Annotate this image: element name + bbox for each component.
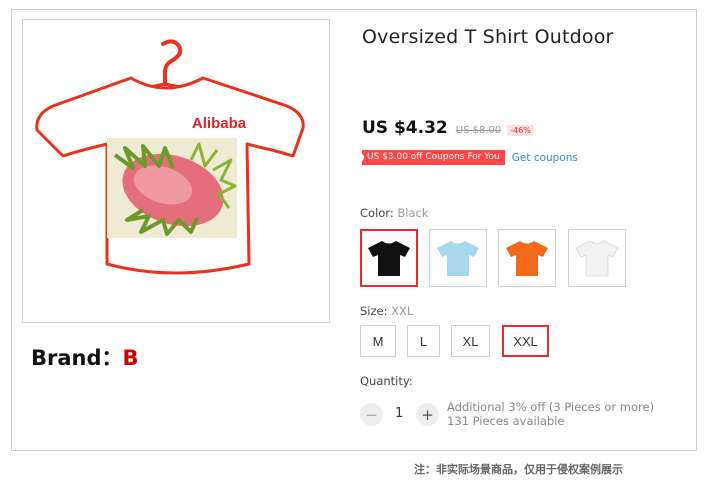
- tshirt-icon: [368, 241, 410, 276]
- footer-note: 注：非实际场景商品，仅用于侵权案例展示: [414, 463, 623, 476]
- brand-line: Brand：B: [31, 342, 139, 372]
- price-row: US $4.32 US $8.00 -46%: [362, 118, 534, 138]
- product-title: Oversized T Shirt Outdoor: [362, 26, 614, 48]
- color-selected: Black: [397, 206, 429, 220]
- color-swatch-black[interactable]: [360, 229, 418, 287]
- size-label-row: Size: XXL: [360, 304, 413, 318]
- quantity-decrease-button[interactable]: −: [360, 403, 383, 426]
- color-swatch-white[interactable]: [568, 229, 626, 287]
- size-option-xxl[interactable]: XXL: [502, 325, 549, 357]
- color-swatch-light-blue[interactable]: [429, 229, 487, 287]
- color-swatch-orange[interactable]: [498, 229, 556, 287]
- size-option-m[interactable]: M: [360, 325, 396, 357]
- tshirt-icon: [437, 241, 479, 276]
- size-selected: XXL: [391, 304, 414, 318]
- quantity-promo: Additional 3% off (3 Pieces or more): [447, 400, 655, 414]
- tshirt-illustration: Alibaba: [35, 39, 305, 275]
- discount-badge: -46%: [507, 125, 534, 136]
- size-option-xl[interactable]: XL: [451, 325, 490, 357]
- original-price: US $8.00: [455, 125, 502, 136]
- tshirt-icon: [506, 241, 548, 276]
- alibaba-logo-text: Alibaba: [192, 115, 247, 132]
- tshirt-icon: [575, 240, 619, 277]
- quantity-info: Additional 3% off (3 Pieces or more) 131…: [447, 400, 654, 428]
- brand-label: Brand：: [31, 346, 123, 370]
- quantity-increase-button[interactable]: +: [416, 403, 439, 426]
- size-label: Size:: [360, 304, 388, 318]
- coupon-tag: US $3.00 off Coupons For You: [360, 150, 505, 165]
- quantity-label: Quantity:: [360, 374, 413, 388]
- coupon-row: US $3.00 off Coupons For You Get coupons: [360, 150, 578, 165]
- pieces-available: 131 Pieces available: [447, 414, 565, 428]
- size-option-l[interactable]: L: [407, 325, 440, 357]
- quantity-value[interactable]: 1: [395, 406, 403, 421]
- current-price: US $4.32: [362, 118, 448, 138]
- brand-value: B: [122, 346, 139, 370]
- color-label-row: Color: Black: [360, 206, 428, 220]
- product-image[interactable]: Alibaba: [22, 19, 330, 323]
- color-label: Color:: [360, 206, 394, 220]
- get-coupons-link[interactable]: Get coupons: [512, 152, 578, 164]
